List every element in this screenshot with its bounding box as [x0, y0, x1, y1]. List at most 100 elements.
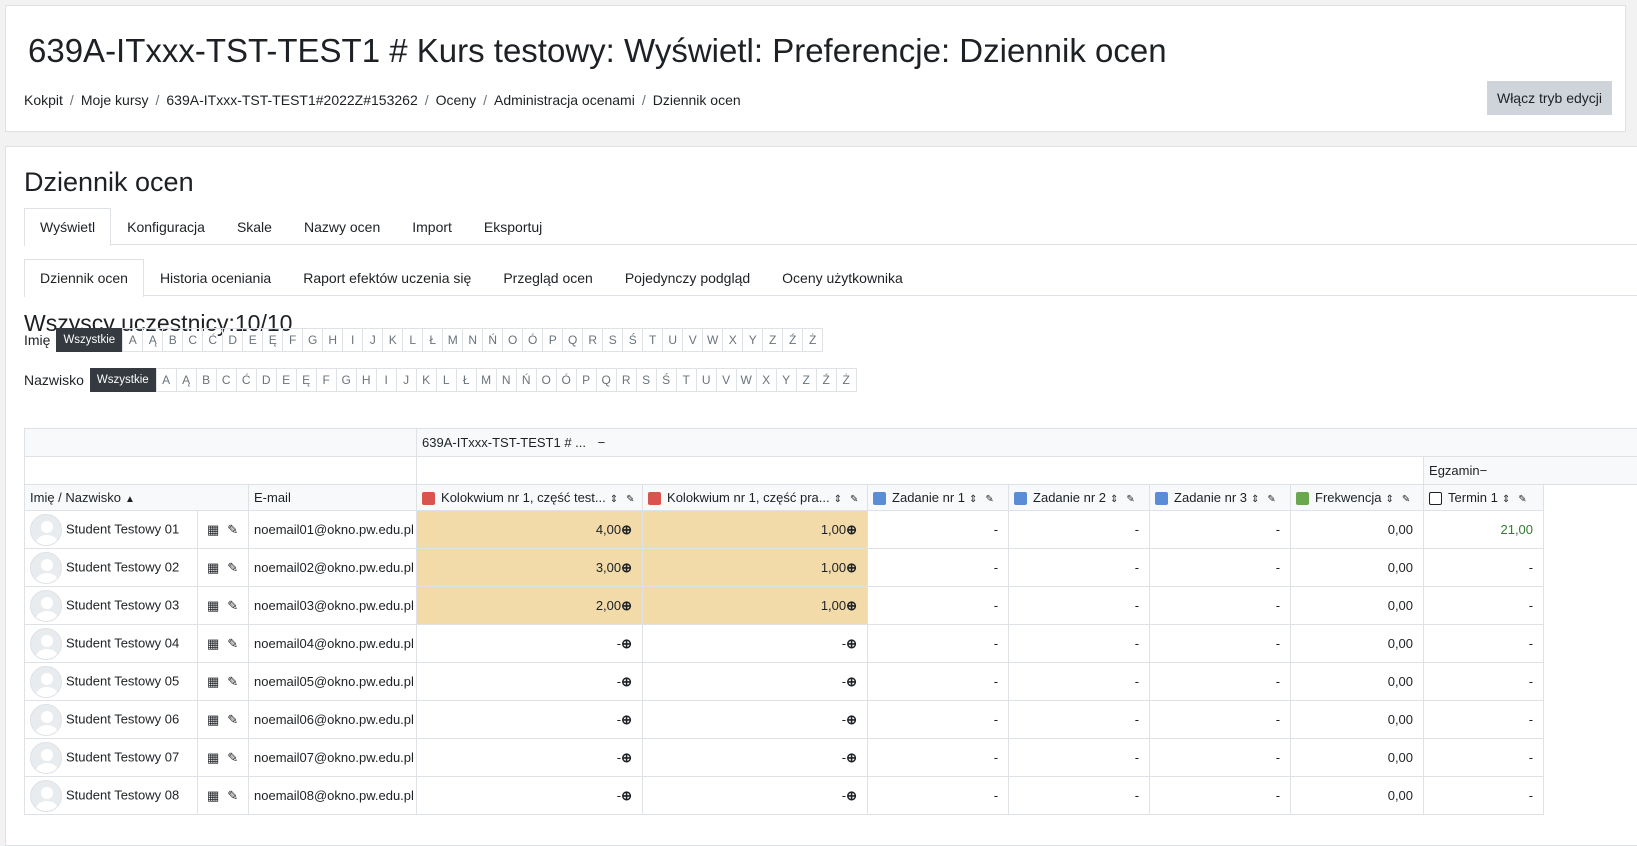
grade-cell[interactable]: - [868, 777, 1009, 815]
student-name-cell[interactable]: Student Testowy 05 [25, 663, 198, 701]
firstname-letter-button[interactable]: O [502, 329, 522, 351]
grade-cell[interactable]: - [1150, 625, 1291, 663]
grade-cell[interactable]: - [868, 625, 1009, 663]
firstname-letter-button[interactable]: Ń [482, 329, 502, 351]
grade-cell[interactable]: - [1150, 549, 1291, 587]
zoom-analysis-icon[interactable]: ⊕ [621, 674, 632, 690]
grade-cell[interactable]: - [1150, 701, 1291, 739]
breadcrumb-item-my-courses[interactable]: Moje kursy [81, 92, 149, 108]
collapse-course-category-icon[interactable]: − [598, 435, 606, 450]
firstname-letter-button[interactable]: K [382, 329, 402, 351]
breadcrumb-item-grader-report[interactable]: Dziennik ocen [653, 92, 741, 108]
tab-overview-report[interactable]: Przegląd ocen [487, 259, 609, 296]
tab-import[interactable]: Import [396, 208, 468, 245]
lastname-letter-button[interactable]: Ż [836, 369, 856, 391]
user-report-icon[interactable]: ▦ [207, 636, 219, 652]
grade-cell[interactable]: 0,00 [1291, 625, 1424, 663]
zoom-analysis-icon[interactable]: ⊕ [846, 788, 857, 804]
edit-pencil-icon[interactable]: ✎ [227, 598, 238, 614]
firstname-letter-button[interactable]: Ó [522, 329, 542, 351]
zoom-analysis-icon[interactable]: ⊕ [621, 788, 632, 804]
firstname-letter-button[interactable]: N [462, 329, 482, 351]
collapse-exam-category-icon[interactable]: − [1480, 463, 1488, 478]
student-name-cell[interactable]: Student Testowy 07 [25, 739, 198, 777]
lastname-letter-button[interactable]: V [716, 369, 736, 391]
grade-item-header[interactable]: Kolokwium nr 1, część test...⇕✎ [417, 485, 643, 511]
grade-cell[interactable]: 0,00 [1291, 701, 1424, 739]
firstname-letter-button[interactable]: Y [742, 329, 762, 351]
tab-export[interactable]: Eksportuj [468, 208, 558, 245]
lastname-letter-button[interactable]: P [576, 369, 596, 391]
zoom-analysis-icon[interactable]: ⊕ [621, 598, 632, 614]
firstname-letter-button[interactable]: Z [762, 329, 782, 351]
student-name-cell[interactable]: Student Testowy 03 [25, 587, 198, 625]
grade-cell[interactable]: -⊕ [417, 663, 643, 701]
firstname-letter-button[interactable]: G [302, 329, 322, 351]
user-report-icon[interactable]: ▦ [207, 750, 219, 766]
grade-cell[interactable]: 3,00⊕ [417, 549, 643, 587]
lastname-letter-button[interactable]: N [496, 369, 516, 391]
grade-cell[interactable]: - [1009, 663, 1150, 701]
grade-cell[interactable]: - [868, 511, 1009, 549]
firstname-letter-button[interactable]: S [602, 329, 622, 351]
grade-cell[interactable]: - [1424, 625, 1544, 663]
zoom-analysis-icon[interactable]: ⊕ [846, 636, 857, 652]
lastname-all-button[interactable]: Wszystkie [90, 368, 156, 392]
firstname-letter-button[interactable]: Ż [802, 329, 822, 351]
firstname-letter-button[interactable]: Ź [782, 329, 802, 351]
edit-pencil-icon[interactable]: ✎ [985, 494, 993, 505]
grade-cell[interactable]: - [1150, 663, 1291, 701]
edit-pencil-icon[interactable]: ✎ [227, 674, 238, 690]
grade-cell[interactable]: - [1009, 701, 1150, 739]
grade-cell[interactable]: -⊕ [417, 739, 643, 777]
lastname-letter-button[interactable]: E [276, 369, 296, 391]
firstname-letter-button[interactable]: Ą [142, 329, 162, 351]
zoom-analysis-icon[interactable]: ⊕ [621, 522, 632, 538]
zoom-analysis-icon[interactable]: ⊕ [621, 636, 632, 652]
zoom-analysis-icon[interactable]: ⊕ [621, 560, 632, 576]
grade-cell[interactable]: - [1009, 777, 1150, 815]
grade-cell[interactable]: 1,00⊕ [643, 511, 868, 549]
grade-cell[interactable]: - [1009, 587, 1150, 625]
grade-cell[interactable]: - [1424, 701, 1544, 739]
grade-cell[interactable]: 21,00 [1424, 511, 1544, 549]
grade-item-header[interactable]: Termin 1⇕✎ [1424, 485, 1544, 511]
edit-pencil-icon[interactable]: ✎ [227, 522, 238, 538]
grade-cell[interactable]: -⊕ [643, 663, 868, 701]
firstname-letter-button[interactable]: I [342, 329, 362, 351]
lastname-letter-button[interactable]: Ś [656, 369, 676, 391]
lastname-letter-button[interactable]: G [336, 369, 356, 391]
grade-cell[interactable]: - [1150, 587, 1291, 625]
lastname-letter-button[interactable]: B [196, 369, 216, 391]
grade-cell[interactable]: - [1150, 739, 1291, 777]
zoom-analysis-icon[interactable]: ⊕ [846, 598, 857, 614]
edit-mode-button[interactable]: Włącz tryb edycji [1487, 81, 1612, 115]
tab-view[interactable]: Wyświetl [24, 208, 111, 246]
grade-cell[interactable]: -⊕ [417, 701, 643, 739]
edit-pencil-icon[interactable]: ✎ [1267, 494, 1275, 505]
breadcrumb-item-grade-admin[interactable]: Administracja ocenami [494, 92, 635, 108]
edit-pencil-icon[interactable]: ✎ [227, 750, 238, 766]
lastname-letter-button[interactable]: F [316, 369, 336, 391]
grade-cell[interactable]: -⊕ [417, 625, 643, 663]
student-name-cell[interactable]: Student Testowy 02 [25, 549, 198, 587]
sort-icon[interactable]: ⇕ [1386, 494, 1394, 505]
grade-item-header[interactable]: Zadanie nr 3⇕✎ [1150, 485, 1291, 511]
tab-outcomes-report[interactable]: Raport efektów uczenia się [287, 259, 487, 296]
lastname-letter-button[interactable]: M [476, 369, 496, 391]
breadcrumb-item-dashboard[interactable]: Kokpit [24, 92, 63, 108]
grade-cell[interactable]: 1,00⊕ [643, 587, 868, 625]
grade-cell[interactable]: - [868, 587, 1009, 625]
sort-asc-icon[interactable]: ▲ [125, 494, 135, 505]
grade-item-header[interactable]: Kolokwium nr 1, część pra...⇕✎ [643, 485, 868, 511]
tab-grade-history[interactable]: Historia oceniania [144, 259, 287, 296]
grade-cell[interactable]: 4,00⊕ [417, 511, 643, 549]
lastname-letter-button[interactable]: C [216, 369, 236, 391]
student-name-cell[interactable]: Student Testowy 01 [25, 511, 198, 549]
grade-cell[interactable]: - [868, 549, 1009, 587]
lastname-letter-button[interactable]: Ć [236, 369, 256, 391]
tab-single-view[interactable]: Pojedynczy podgląd [609, 259, 766, 296]
lastname-letter-button[interactable]: Ł [456, 369, 476, 391]
grade-cell[interactable]: -⊕ [643, 701, 868, 739]
grade-cell[interactable]: - [1150, 511, 1291, 549]
